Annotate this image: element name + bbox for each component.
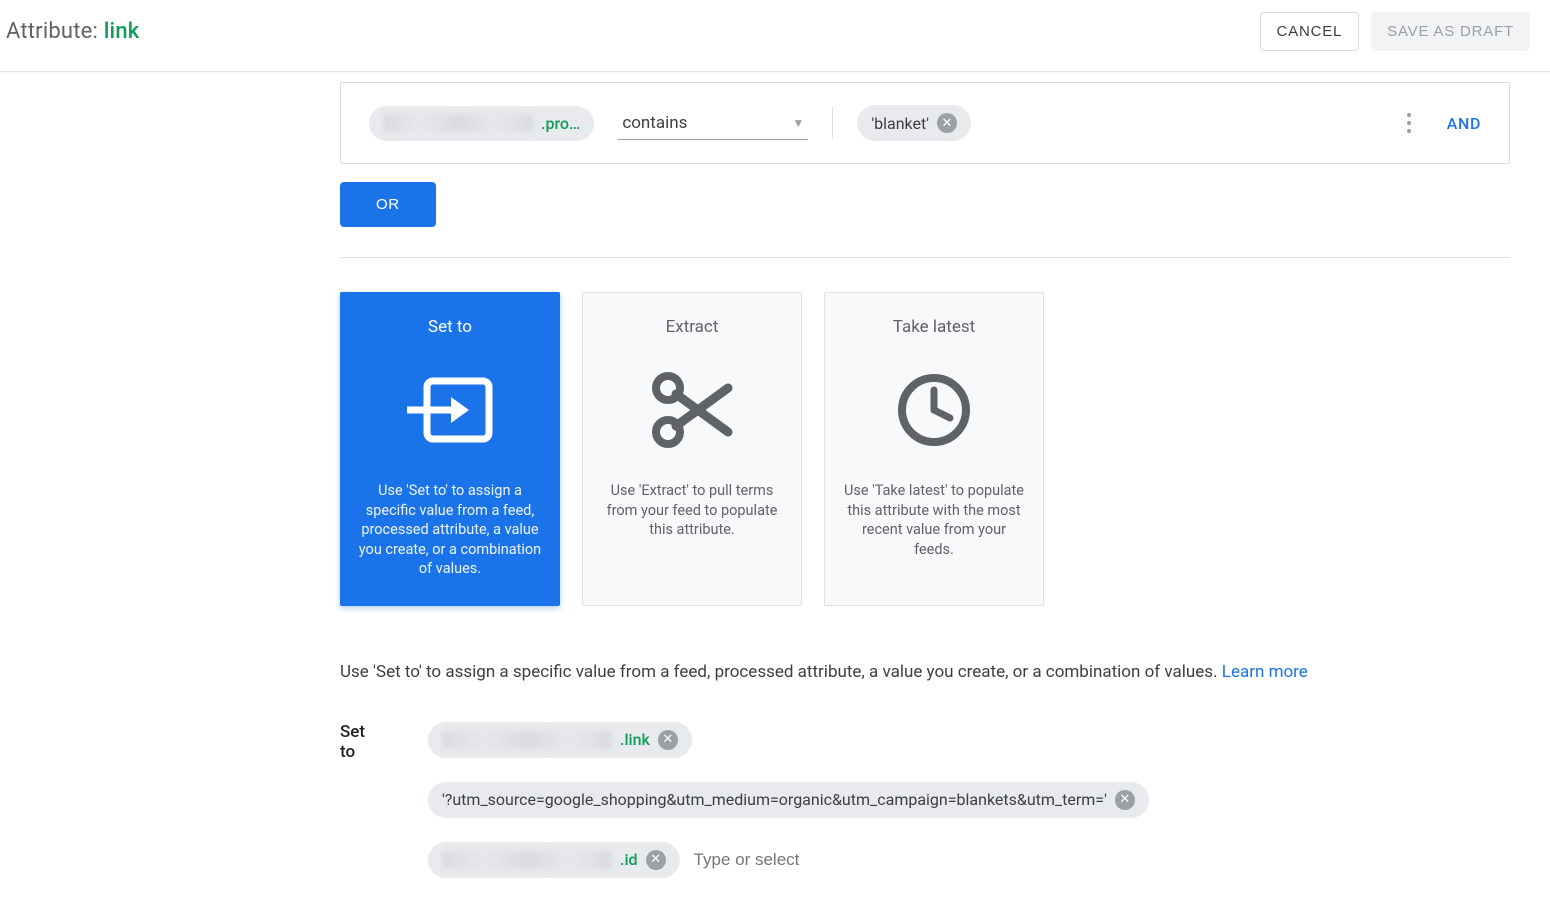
action-cards: Set to Use 'Set to' to assign a specific… [340,292,1510,606]
set-to-input[interactable] [694,850,894,870]
value-chip[interactable]: 'blanket' ✕ [857,105,971,141]
remove-utm-chip-icon[interactable]: ✕ [1115,790,1135,810]
set-to-chip-utm[interactable]: '?utm_source=google_shopping&utm_medium=… [428,782,1149,818]
set-to-label: Set to [340,722,380,762]
main-content: .pro… contains ▼ 'blanket' ✕ AND OR Set … [0,82,1550,918]
clock-icon [841,365,1027,455]
card-take-latest-title: Take latest [841,317,1027,337]
card-set-to[interactable]: Set to Use 'Set to' to assign a specific… [340,292,560,606]
and-operator-button[interactable]: AND [1447,114,1481,133]
page-title: Attribute: link [6,19,139,44]
card-extract[interactable]: Extract Use 'Extract' to pull terms from… [582,292,802,606]
set-to-chip-id[interactable]: .id ✕ [428,842,680,878]
set-to-section: Set to .link ✕ '?utm_source=google_shopp… [340,722,1510,878]
remove-link-chip-icon[interactable]: ✕ [658,730,678,750]
helper-text-row: Use 'Set to' to assign a specific value … [340,662,1510,682]
card-set-to-desc: Use 'Set to' to assign a specific value … [357,481,543,579]
helper-text: Use 'Set to' to assign a specific value … [340,662,1222,682]
rule-divider [832,107,833,139]
field-suffix: .pro… [541,114,580,133]
card-take-latest-desc: Use 'Take latest' to populate this attri… [841,481,1027,559]
operator-dropdown[interactable]: contains ▼ [618,107,808,140]
cancel-button[interactable]: CANCEL [1260,12,1360,51]
save-draft-button: SAVE AS DRAFT [1371,12,1530,51]
set-to-chip-link[interactable]: .link ✕ [428,722,692,758]
section-divider [340,257,1510,258]
card-set-to-title: Set to [357,317,543,337]
header-actions: CANCEL SAVE AS DRAFT [1260,12,1530,51]
card-extract-title: Extract [599,317,785,337]
set-to-icon [357,365,543,455]
card-extract-desc: Use 'Extract' to pull terms from your fe… [599,481,785,540]
redacted-link-field [442,731,612,749]
card-take-latest[interactable]: Take latest Use 'Take latest' to populat… [824,292,1044,606]
learn-more-link[interactable]: Learn more [1222,662,1308,682]
id-suffix: .id [620,850,638,869]
redacted-id-field [442,851,612,869]
title-attribute: link [104,19,140,44]
link-suffix: .link [620,730,650,749]
value-text: 'blanket' [871,114,929,133]
condition-rule-row: .pro… contains ▼ 'blanket' ✕ AND [340,82,1510,164]
remove-value-icon[interactable]: ✕ [937,113,957,133]
utm-text: '?utm_source=google_shopping&utm_medium=… [442,790,1107,809]
scissors-icon [599,365,785,455]
or-button[interactable]: OR [340,182,436,227]
rule-more-menu-icon[interactable] [1407,113,1411,133]
title-prefix: Attribute: [6,19,104,44]
redacted-field [383,114,533,132]
page-header: Attribute: link CANCEL SAVE AS DRAFT [0,0,1550,72]
dropdown-caret-icon: ▼ [792,116,804,130]
field-chip[interactable]: .pro… [369,106,594,141]
remove-id-chip-icon[interactable]: ✕ [646,850,666,870]
operator-value: contains [622,113,687,133]
